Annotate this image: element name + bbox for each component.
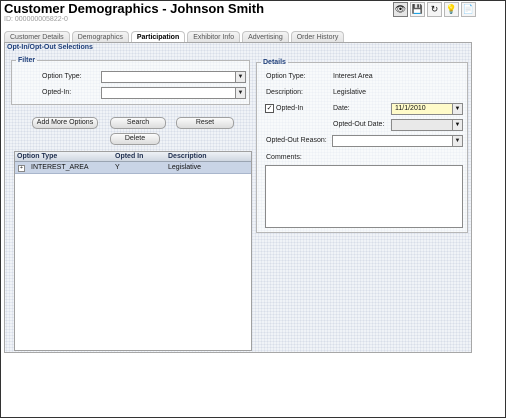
results-grid: Option Type Opted In Description + INTER…	[14, 151, 252, 351]
details-opted-out-reason-label: Opted-Out Reason:	[266, 137, 327, 144]
eye-icon[interactable]: 👁	[393, 2, 408, 17]
comments-textarea[interactable]	[265, 165, 463, 228]
opted-out-reason-select[interactable]: ▼	[332, 135, 463, 147]
chevron-down-icon[interactable]: ▼	[452, 136, 462, 146]
customer-id-label: ID: 000000005822-0	[4, 16, 68, 23]
delete-button[interactable]: Delete	[110, 133, 160, 145]
cell-opted-in: Y	[115, 164, 120, 171]
cell-option-type: INTEREST_AREA	[31, 164, 89, 171]
reset-button[interactable]: Reset	[176, 117, 234, 129]
filter-opted-in-label: Opted-In:	[42, 89, 72, 96]
details-opted-out-date-label: Opted-Out Date:	[333, 121, 385, 128]
column-header-description[interactable]: Description	[168, 152, 207, 161]
grid-header: Option Type Opted In Description	[15, 152, 251, 162]
page-title: Customer Demographics - Johnson Smith	[4, 1, 265, 16]
report-icon[interactable]: 📄	[461, 2, 476, 17]
filter-option-type-label: Option Type:	[42, 73, 82, 80]
expand-icon[interactable]: +	[18, 165, 25, 172]
opted-in-checkbox[interactable]: ✓	[265, 104, 274, 113]
opted-in-date-field[interactable]: 11/1/2010 ▼	[391, 103, 463, 115]
filter-legend: Filter	[18, 57, 36, 64]
table-row[interactable]: + INTEREST_AREA Y Legislative	[15, 162, 251, 174]
details-opted-in-label: Opted-In	[276, 105, 304, 112]
filter-opted-in-select[interactable]: ▼	[101, 87, 246, 99]
add-more-options-button[interactable]: Add More Options	[32, 117, 98, 129]
details-description-value: Legislative	[333, 89, 367, 96]
save-icon[interactable]: 💾	[410, 2, 425, 17]
chevron-down-icon[interactable]: ▼	[235, 72, 245, 82]
calendar-dropdown-icon[interactable]: ▼	[452, 104, 462, 114]
details-date-label: Date:	[333, 105, 350, 112]
details-legend: Details	[263, 59, 286, 66]
details-option-type-value: Interest Area	[333, 73, 373, 80]
filter-option-type-select[interactable]: ▼	[101, 71, 246, 83]
toolbar: 👁 💾 ↻ 💡 📄	[393, 2, 476, 17]
search-button[interactable]: Search	[110, 117, 166, 129]
column-header-opted-in[interactable]: Opted In	[115, 152, 143, 161]
section-title: Opt-In/Opt-Out Selections	[7, 44, 93, 51]
chevron-down-icon[interactable]: ▼	[235, 88, 245, 98]
opted-in-date-value: 11/1/2010	[395, 105, 426, 112]
opted-out-date-field[interactable]: ▼	[391, 119, 463, 131]
calendar-dropdown-icon[interactable]: ▼	[452, 120, 462, 130]
details-description-label: Description:	[266, 89, 303, 96]
details-comments-label: Comments:	[266, 154, 302, 161]
details-option-type-label: Option Type:	[266, 73, 306, 80]
lightbulb-icon[interactable]: 💡	[444, 2, 459, 17]
cell-description: Legislative	[168, 164, 202, 171]
column-header-option-type[interactable]: Option Type	[17, 152, 57, 161]
refresh-icon[interactable]: ↻	[427, 2, 442, 17]
